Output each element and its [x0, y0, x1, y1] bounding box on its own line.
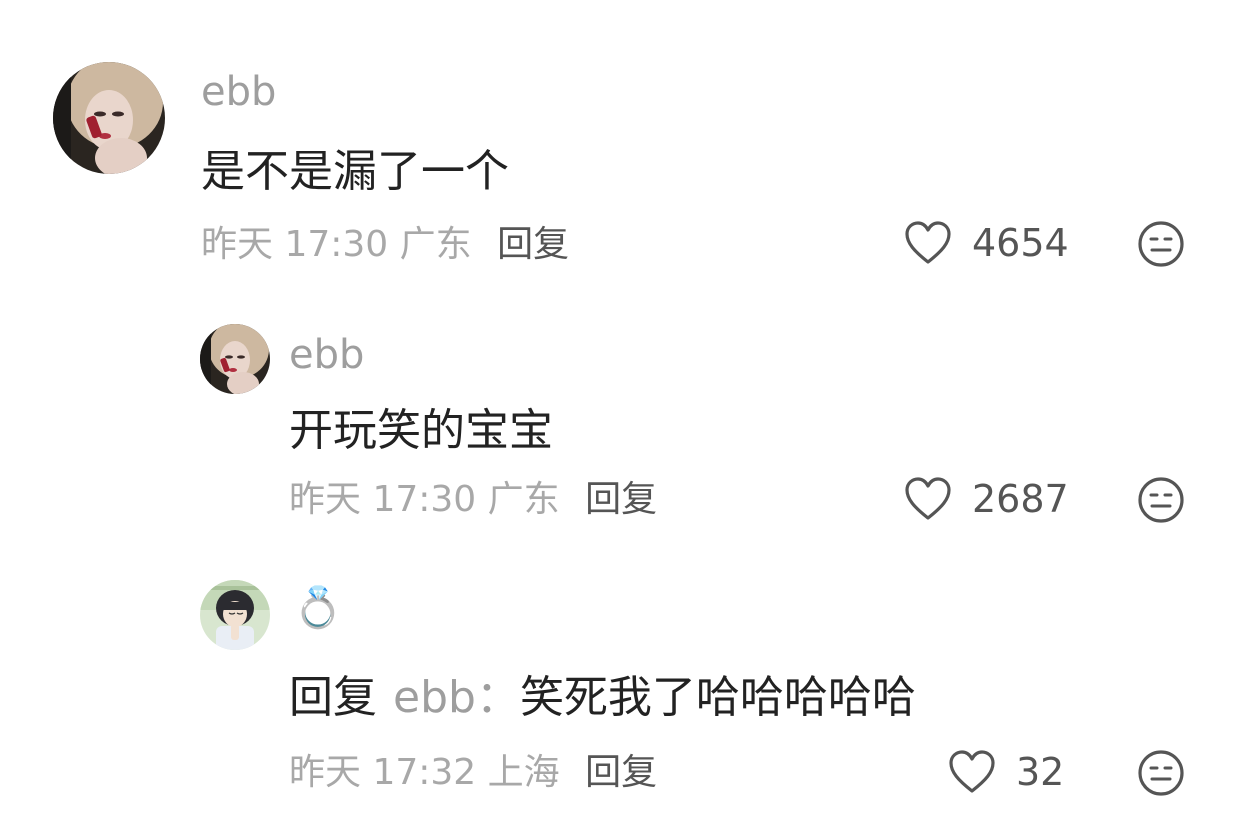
like-count: 32 — [1016, 750, 1065, 794]
avatar[interactable] — [53, 62, 165, 174]
like-button[interactable]: 32 — [948, 749, 1064, 795]
heart-outline-icon — [905, 221, 951, 264]
comment-text: 是不是漏了一个 — [201, 146, 509, 197]
meh-face-icon[interactable] — [1137, 220, 1185, 268]
reply-button[interactable]: 回复 — [585, 752, 657, 793]
username[interactable]: 💍 — [293, 588, 343, 628]
username[interactable]: ebb — [201, 72, 276, 112]
reply-target-username[interactable]: ebb — [393, 672, 476, 723]
like-count: 4654 — [972, 221, 1069, 265]
location: 广东 — [399, 224, 472, 265]
reply-button[interactable]: 回复 — [497, 224, 569, 265]
comment-thread: ebb 是不是漏了一个 昨天 17:30 广东 回复 4654 ebb 开玩笑的… — [0, 0, 1260, 839]
meh-face-icon[interactable] — [1137, 476, 1185, 524]
heart-outline-icon — [905, 477, 951, 520]
reply-body: 笑死我了哈哈哈哈哈 — [519, 672, 916, 723]
heart-outline-icon — [949, 750, 995, 793]
like-count: 2687 — [972, 477, 1069, 521]
timestamp: 昨天 17:32 — [289, 752, 477, 793]
avatar[interactable] — [200, 324, 270, 394]
comment-meta: 昨天 17:30 广东 回复 — [289, 482, 657, 518]
like-button[interactable]: 4654 — [904, 220, 1069, 266]
reply-colon: ： — [475, 672, 520, 723]
reply-prefix: 回复 — [289, 672, 377, 723]
location: 上海 — [487, 752, 560, 793]
comment-meta: 昨天 17:32 上海 回复 — [289, 755, 657, 791]
comment-text: 开玩笑的宝宝 — [289, 405, 553, 456]
username[interactable]: ebb — [289, 335, 364, 375]
location: 广东 — [487, 479, 560, 520]
timestamp: 昨天 17:30 — [289, 479, 477, 520]
meh-face-icon[interactable] — [1137, 749, 1185, 797]
reply-button[interactable]: 回复 — [585, 479, 657, 520]
comment-text: 回复 ebb：笑死我了哈哈哈哈哈 — [289, 676, 916, 720]
timestamp: 昨天 17:30 — [201, 224, 389, 265]
avatar[interactable] — [200, 580, 270, 650]
like-button[interactable]: 2687 — [904, 476, 1069, 522]
comment-meta: 昨天 17:30 广东 回复 — [201, 227, 569, 263]
